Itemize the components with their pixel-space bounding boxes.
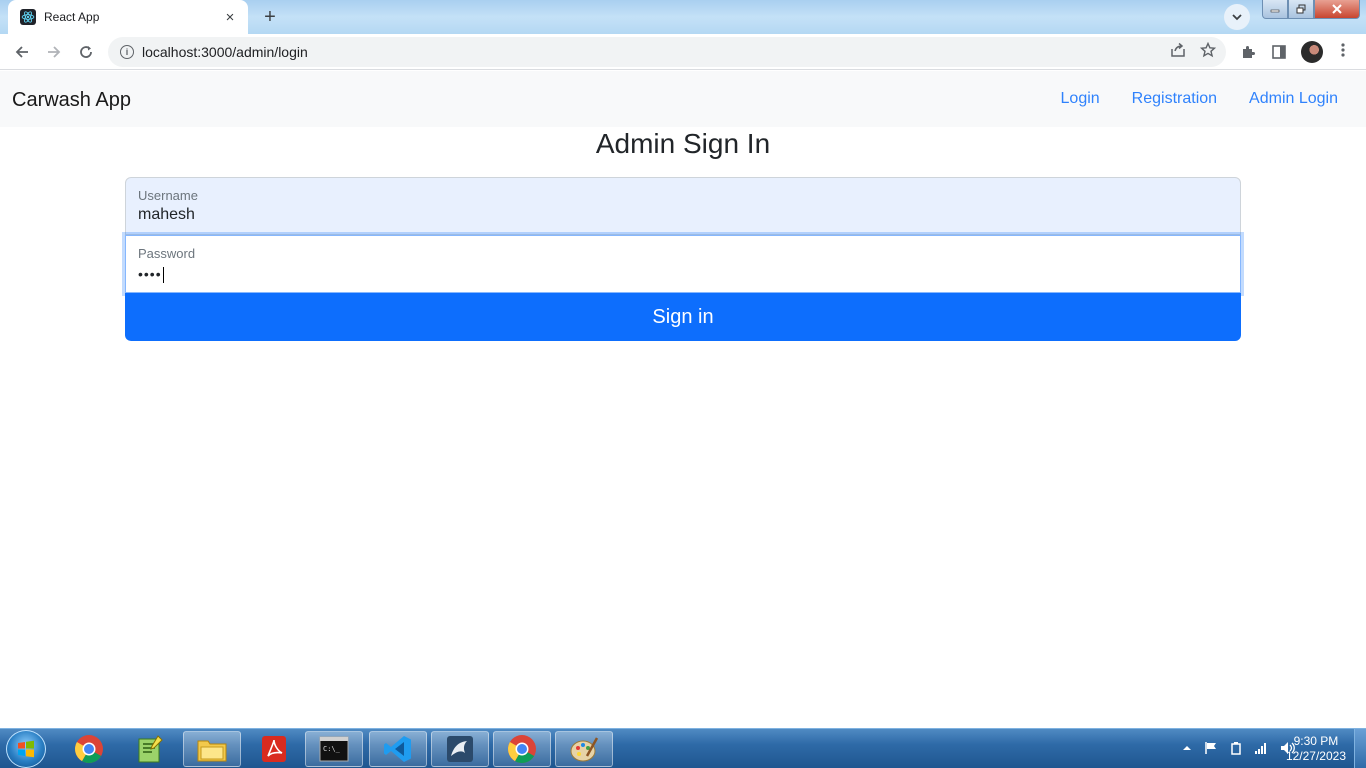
nav-links: Login Registration Admin Login	[1061, 90, 1338, 108]
tray-expand-icon[interactable]	[1182, 741, 1192, 755]
react-icon	[20, 9, 36, 25]
tab-close-icon[interactable]: ×	[222, 9, 238, 26]
nav-link-registration[interactable]: Registration	[1132, 90, 1217, 108]
window-close-button[interactable]	[1314, 0, 1360, 19]
page-title: Admin Sign In	[595, 128, 771, 159]
side-panel-button[interactable]	[1269, 42, 1289, 62]
taskbar: C:\_ 9:30 PM 12/27/2023	[0, 728, 1366, 768]
chrome-icon	[75, 735, 103, 763]
password-value: ••••	[138, 266, 164, 284]
windows-logo-icon	[18, 740, 34, 758]
side-panel-icon	[1272, 45, 1286, 59]
chevron-down-icon	[1232, 14, 1242, 21]
mysql-workbench-icon	[447, 736, 473, 762]
profile-avatar[interactable]	[1301, 41, 1323, 63]
browser-tab[interactable]: React App ×	[8, 0, 248, 34]
nav-link-admin-login[interactable]: Admin Login	[1249, 90, 1338, 108]
notepad-plus-icon	[138, 735, 163, 763]
clock-time: 9:30 PM	[1293, 734, 1339, 748]
username-label: Username	[138, 188, 198, 203]
window-minimize-button[interactable]	[1262, 0, 1288, 19]
acrobat-icon	[262, 736, 286, 762]
clock-date: 12/27/2023	[1285, 749, 1346, 763]
password-field[interactable]: Password ••••	[125, 235, 1241, 293]
power-icon[interactable]	[1230, 741, 1242, 755]
share-icon[interactable]	[1170, 42, 1186, 58]
window-restore-button[interactable]	[1288, 0, 1314, 19]
password-label: Password	[138, 246, 196, 261]
paint-icon	[570, 737, 599, 762]
puzzle-icon	[1243, 46, 1255, 58]
reload-button[interactable]	[74, 40, 98, 64]
vscode-icon	[384, 736, 411, 762]
taskbar-chrome[interactable]	[60, 731, 118, 767]
text-caret	[162, 267, 164, 284]
arrow-right-icon	[48, 46, 61, 58]
taskbar-file-explorer[interactable]	[183, 731, 241, 767]
back-button[interactable]	[10, 40, 34, 64]
forward-button[interactable]	[42, 40, 66, 64]
close-icon	[1332, 4, 1342, 14]
address-bar[interactable]: i localhost:3000/admin/login	[108, 37, 1226, 67]
sign-in-button[interactable]: Sign in	[125, 293, 1241, 341]
nav-link-login[interactable]: Login	[1061, 90, 1100, 108]
taskbar-command-prompt[interactable]: C:\_	[305, 731, 363, 767]
app-brand[interactable]: Carwash App	[12, 89, 131, 112]
taskbar-acrobat[interactable]	[245, 731, 303, 767]
show-desktop-button[interactable]	[1354, 729, 1366, 768]
svg-text:C:\_: C:\_	[323, 745, 341, 753]
tab-title: React App	[44, 10, 100, 24]
chrome-icon	[508, 735, 536, 763]
new-tab-button[interactable]: +	[256, 4, 284, 30]
info-icon[interactable]: i	[120, 45, 134, 59]
command-prompt-icon: C:\_	[319, 736, 349, 762]
taskbar-vscode[interactable]	[369, 731, 427, 767]
username-field[interactable]: Username mahesh	[125, 177, 1241, 235]
password-dots: ••••	[138, 266, 162, 282]
taskbar-paint[interactable]	[555, 731, 613, 767]
browser-tab-strip: React App × +	[0, 0, 1366, 34]
taskbar-notepad-plus[interactable]	[121, 731, 179, 767]
extensions-button[interactable]	[1238, 42, 1258, 62]
reload-icon	[80, 46, 92, 58]
file-explorer-icon	[197, 740, 227, 762]
more-menu-icon[interactable]	[1338, 42, 1348, 58]
taskbar-mysql-workbench[interactable]	[431, 731, 489, 767]
clock[interactable]: 9:30 PM 12/27/2023	[1286, 734, 1346, 764]
system-tray	[1182, 741, 1296, 755]
arrow-left-icon	[15, 46, 28, 58]
action-center-flag-icon[interactable]	[1204, 741, 1218, 755]
username-value: mahesh	[138, 206, 195, 223]
taskbar-chrome-active[interactable]	[493, 731, 551, 767]
star-icon[interactable]	[1200, 42, 1216, 58]
minimize-icon	[1270, 9, 1280, 13]
browser-toolbar: i localhost:3000/admin/login	[0, 34, 1366, 70]
restore-icon	[1296, 4, 1306, 14]
app-navbar: Carwash App Login Registration Admin Log…	[0, 71, 1366, 127]
network-icon[interactable]	[1254, 741, 1268, 755]
tab-search-button[interactable]	[1224, 4, 1250, 30]
start-button[interactable]	[6, 730, 46, 768]
url-text: localhost:3000/admin/login	[142, 44, 308, 60]
